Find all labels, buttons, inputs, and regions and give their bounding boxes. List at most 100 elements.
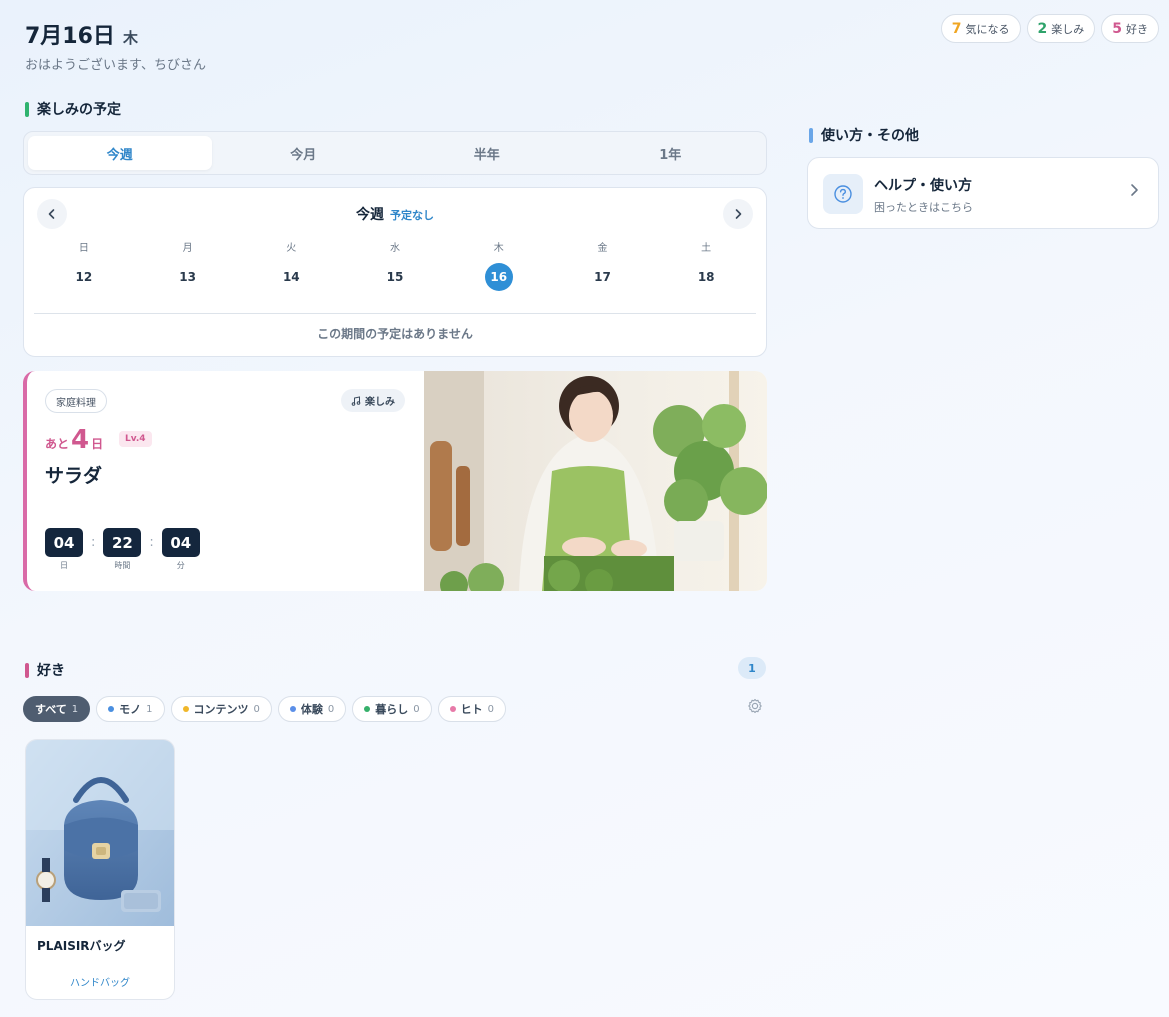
help-card[interactable]: ヘルプ・使い方 困ったときはこちら	[807, 157, 1159, 229]
weekday-label: 金	[597, 242, 608, 254]
stat-label: 楽しみ	[1051, 22, 1085, 36]
filter-label: 暮らし	[375, 703, 409, 716]
section-marker	[809, 127, 813, 143]
countdown-timer: 04 日 : 22 時間 : 04 分	[45, 528, 200, 571]
timer-value: 22	[103, 528, 142, 557]
filter-things[interactable]: モノ 1	[96, 696, 165, 722]
event-title: サラダ	[45, 465, 103, 487]
timer-label: 分	[176, 561, 185, 570]
stat-interested[interactable]: 7 気になる	[940, 14, 1021, 43]
section-marker	[25, 662, 29, 678]
section-title-text: 好き	[37, 663, 65, 679]
filter-count: 0	[413, 703, 420, 715]
section-marker	[25, 101, 29, 117]
greeting-text: おはようございます、ちびさん	[25, 58, 206, 73]
calendar-day[interactable]: 15	[381, 263, 409, 291]
likes-section-title: 好き	[25, 660, 65, 680]
likes-filter-chips: すべて 1 モノ 1 コンテンツ 0 体験 0 暮らし 0 ヒト 0	[23, 696, 507, 722]
stat-count: 2	[1037, 20, 1048, 37]
tab-half-year[interactable]: 半年	[395, 136, 579, 170]
stat-label: 気になる	[965, 22, 1010, 36]
filter-label: モノ	[119, 703, 142, 716]
event-category-tag: 家庭料理	[45, 389, 107, 413]
section-title-text: 楽しみの予定	[37, 102, 121, 118]
chevron-right-icon	[1128, 182, 1140, 201]
category-dot	[364, 706, 371, 712]
timer-days: 04 日	[45, 528, 83, 571]
filter-count: 1	[71, 703, 79, 715]
plans-section-title: 楽しみの予定	[25, 99, 121, 119]
days-left-prefix: あと	[45, 437, 70, 451]
timer-minutes: 04 分	[161, 528, 200, 571]
timer-value: 04	[161, 528, 200, 557]
question-circle-icon	[834, 185, 852, 203]
level-badge: Lv.4	[119, 431, 152, 447]
gear-icon	[748, 698, 762, 714]
period-tabs: 今週 今月 半年 1年	[23, 131, 767, 175]
filter-count: 0	[487, 703, 495, 715]
weekday-label: 木	[493, 242, 504, 254]
calendar-day[interactable]: 14	[277, 263, 305, 291]
filter-living[interactable]: 暮らし 0	[352, 696, 432, 722]
timer-hours: 22 時間	[103, 528, 142, 571]
settings-button[interactable]	[746, 697, 764, 715]
calendar-day[interactable]: 17	[588, 263, 616, 291]
calendar-day[interactable]: 13	[174, 263, 202, 291]
event-kind-label: 楽しみ	[365, 397, 395, 408]
item-category: ハンドバッグ	[70, 978, 130, 989]
calendar-title-text: 今週	[356, 207, 384, 223]
divider	[34, 313, 756, 314]
event-kind-badge: 楽しみ	[341, 389, 405, 412]
days-left-unit: 日	[91, 437, 104, 451]
cooking-photo-image	[424, 371, 767, 591]
help-subtitle: 困ったときはこちら	[874, 201, 973, 214]
category-dot	[289, 706, 296, 712]
timer-value: 04	[45, 528, 83, 557]
item-name: PLAISIRバッグ	[37, 939, 126, 953]
calendar-card: 今週 予定なし 日 月 火 水 木 金 土 12 13 14 15 16 17 1…	[23, 187, 767, 357]
help-title: ヘルプ・使い方	[874, 178, 972, 194]
stat-likes[interactable]: 5 好き	[1101, 14, 1159, 43]
days-left-number: 4	[71, 425, 90, 455]
stat-pills: 7 気になる 2 楽しみ 5 好き	[940, 14, 1159, 43]
tab-week[interactable]: 今週	[28, 136, 212, 170]
calendar-day-today[interactable]: 16	[484, 263, 513, 291]
date-header: 7月16日 木	[25, 18, 138, 50]
tab-month[interactable]: 今月	[212, 136, 396, 170]
weekday-label: 水	[390, 242, 401, 254]
stat-label: 好き	[1126, 22, 1148, 36]
filter-label: 体験	[300, 703, 323, 716]
weekday-label: 月	[182, 242, 193, 254]
stat-count: 5	[1112, 20, 1122, 37]
empty-schedule-message: この期間の予定はありません	[317, 327, 473, 341]
timer-label: 時間	[114, 561, 131, 570]
calendar-day[interactable]: 12	[70, 263, 98, 291]
filter-people[interactable]: ヒト 0	[437, 696, 507, 722]
calendar-day[interactable]: 18	[692, 263, 720, 291]
filter-experiences[interactable]: 体験 0	[277, 696, 347, 722]
event-card[interactable]: 家庭料理 楽しみ あと 4 日 Lv.4 サラダ 04 日 : 22 時間 : …	[23, 371, 767, 591]
calendar-title: 今週 予定なし	[24, 204, 766, 224]
stat-lookforward[interactable]: 2 楽しみ	[1026, 14, 1096, 43]
weekday-label: 火	[286, 242, 297, 254]
weekday-label: 日	[78, 242, 89, 254]
music-note-icon	[351, 395, 361, 406]
timer-label: 日	[60, 561, 68, 570]
weekday-text: 木	[122, 29, 138, 47]
filter-contents[interactable]: コンテンツ 0	[170, 696, 272, 722]
tab-year[interactable]: 1年	[579, 136, 763, 170]
filter-count: 0	[253, 703, 260, 715]
category-dot	[449, 706, 456, 712]
date-text: 7月16日	[25, 24, 115, 49]
category-dot	[108, 706, 115, 712]
day-row: 12 13 14 15 16 17 18	[32, 263, 758, 291]
filter-label: ヒト	[460, 703, 483, 716]
timer-separator: :	[149, 535, 154, 550]
filter-all[interactable]: すべて 1	[23, 696, 91, 722]
item-photo	[26, 740, 174, 926]
liked-item-card[interactable]: PLAISIRバッグ ハンドバッグ	[25, 739, 175, 1000]
weekday-row: 日 月 火 水 木 金 土	[32, 238, 758, 254]
filter-label: コンテンツ	[193, 703, 249, 716]
timer-separator: :	[91, 535, 96, 550]
handbag-photo-image	[26, 740, 174, 926]
